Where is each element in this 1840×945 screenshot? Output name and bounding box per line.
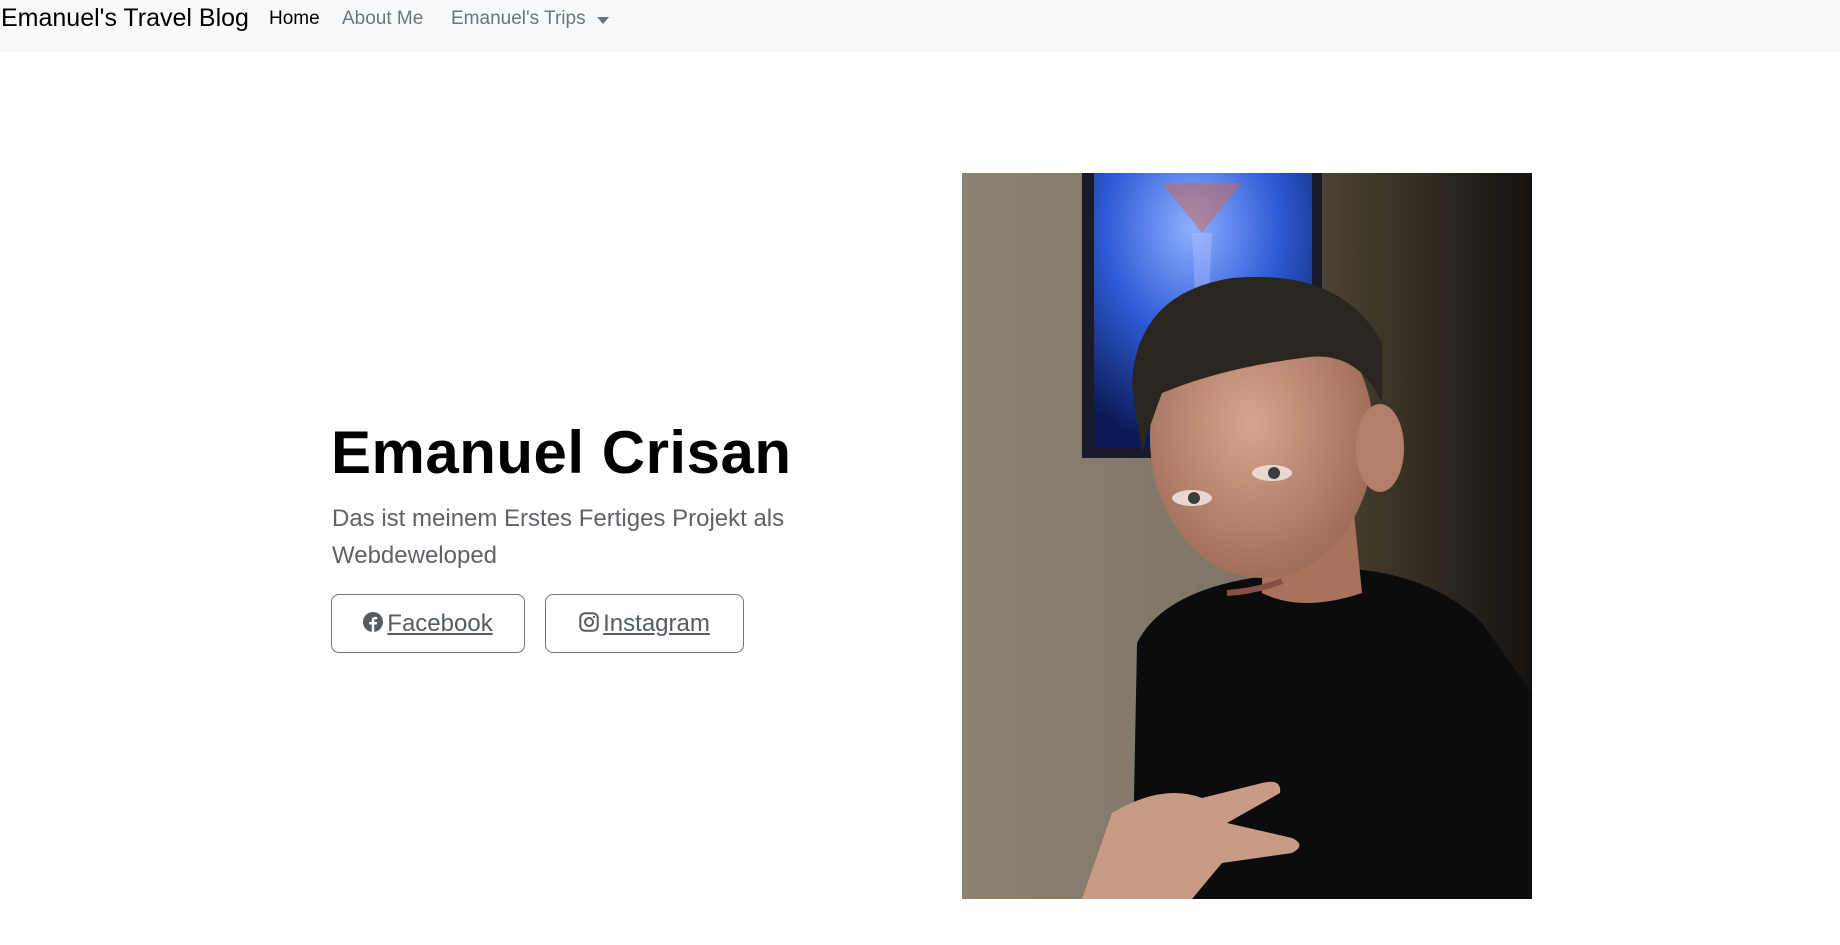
hero-title: Emanuel Crisan [331,419,792,486]
nav-trips-dropdown[interactable]: Emanuel's Trips [451,8,609,30]
nav-trips-label: Emanuel's Trips [451,8,586,29]
hero-lead: Das ist meinem Erstes Fertiges Projekt a… [332,505,785,569]
chevron-down-icon [596,16,609,24]
nav-about-link[interactable]: About Me [342,8,423,30]
navbar: Emanuel's Travel Blog Home About Me Eman… [0,0,1840,52]
instagram-label: Instagram [603,609,710,637]
facebook-icon [363,608,384,639]
facebook-label: Facebook [387,609,493,637]
profile-photo [962,173,1532,899]
instagram-icon [579,608,599,639]
instagram-button[interactable]: Instagram [545,594,744,653]
brand-link[interactable]: Emanuel's Travel Blog [1,4,249,33]
facebook-button[interactable]: Facebook [331,594,525,653]
nav-home-link[interactable]: Home [269,8,320,30]
